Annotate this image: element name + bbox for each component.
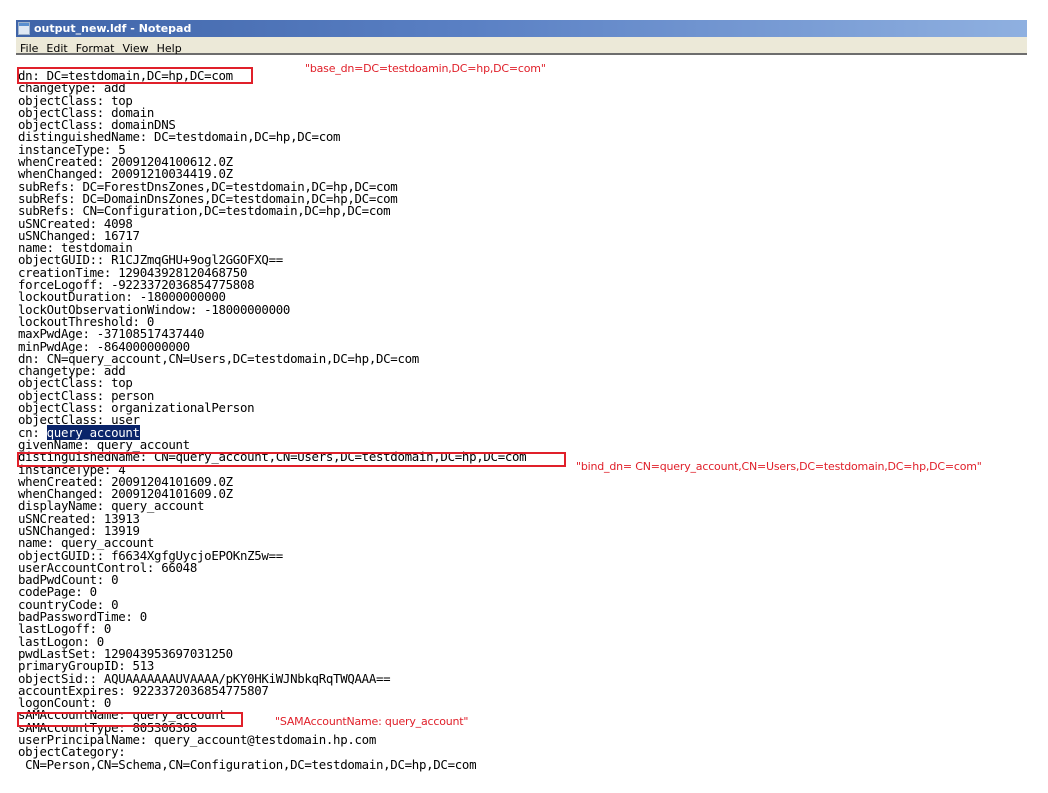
menu-bar: File Edit Format View Help bbox=[16, 37, 1027, 55]
window-title: output_new.ldf - Notepad bbox=[34, 22, 192, 35]
menu-format[interactable]: Format bbox=[72, 40, 119, 56]
menu-help[interactable]: Help bbox=[153, 40, 186, 56]
sam-account-highlight-box bbox=[17, 712, 243, 727]
bind-dn-annotation: "bind_dn= CN=query_account,CN=Users,DC=t… bbox=[576, 460, 982, 473]
notepad-icon bbox=[18, 22, 30, 35]
text-line: CN=Person,CN=Schema,CN=Configuration,DC=… bbox=[18, 756, 477, 772]
base-dn-highlight-box bbox=[17, 67, 253, 84]
bind-dn-highlight-box bbox=[17, 452, 566, 467]
sam-account-annotation: "SAMAccountName: query_account" bbox=[275, 715, 469, 728]
text-editor[interactable]: dn: DC=testdomain,DC=hp,DC=com changetype… bbox=[16, 55, 1027, 793]
base-dn-annotation: "base_dn=DC=testdoamin,DC=hp,DC=com" bbox=[305, 62, 546, 75]
menu-view[interactable]: View bbox=[119, 40, 153, 56]
menu-file[interactable]: File bbox=[16, 40, 42, 56]
document-text[interactable]: dn: DC=testdomain,DC=hp,DC=com changetype… bbox=[18, 69, 527, 772]
notepad-window: output_new.ldf - Notepad File Edit Format V… bbox=[16, 20, 1027, 793]
title-bar[interactable]: output_new.ldf - Notepad bbox=[16, 20, 1027, 37]
menu-edit[interactable]: Edit bbox=[42, 40, 71, 56]
